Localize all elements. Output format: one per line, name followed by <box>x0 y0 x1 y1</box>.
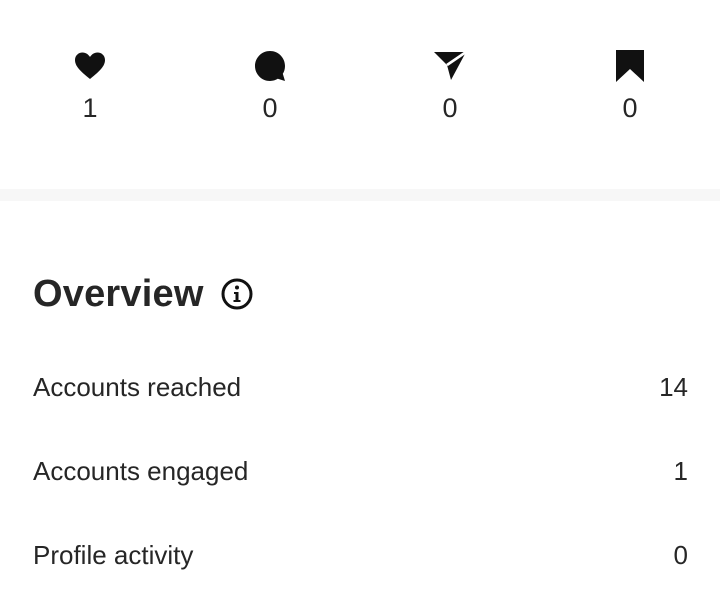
metric-row-accounts-reached[interactable]: Accounts reached 14 <box>33 367 688 407</box>
saves-count: 0 <box>622 93 638 123</box>
post-stats-row: 1 0 0 0 <box>0 0 720 189</box>
comment-icon <box>252 48 288 84</box>
metric-label: Profile activity <box>33 539 194 570</box>
metric-label: Accounts reached <box>33 371 242 402</box>
likes-stat[interactable]: 1 <box>30 48 150 138</box>
send-icon <box>432 48 468 84</box>
section-divider <box>0 189 720 201</box>
likes-count: 1 <box>82 93 98 123</box>
metric-value: 0 <box>673 539 688 570</box>
overview-title: Overview <box>33 272 204 315</box>
bookmark-icon <box>612 48 648 84</box>
metric-value: 1 <box>673 455 688 486</box>
overview-header: Overview <box>33 270 254 318</box>
metric-value: 14 <box>659 371 688 402</box>
metric-label: Accounts engaged <box>33 455 249 486</box>
shares-stat[interactable]: 0 <box>390 48 510 138</box>
heart-icon <box>72 48 108 84</box>
shares-count: 0 <box>442 93 458 123</box>
comments-count: 0 <box>262 93 278 123</box>
saves-stat[interactable]: 0 <box>570 48 690 138</box>
metric-row-accounts-engaged[interactable]: Accounts engaged 1 <box>33 451 688 491</box>
info-icon[interactable] <box>220 277 254 311</box>
comments-stat[interactable]: 0 <box>210 48 330 138</box>
metric-row-profile-activity[interactable]: Profile activity 0 <box>33 535 688 575</box>
